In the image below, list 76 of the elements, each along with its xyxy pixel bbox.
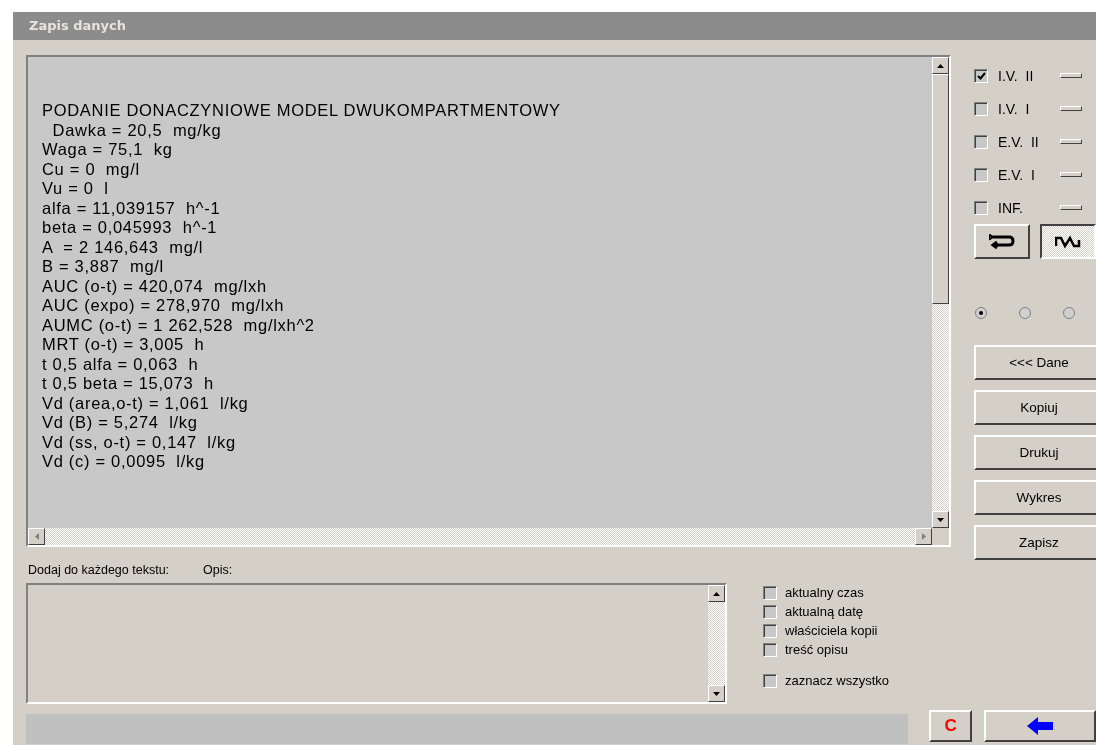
result-line: alfa = 11,039157 h^-1 [42, 198, 221, 217]
result-line: Vd (area,o-t) = 1,061 l/kg [42, 393, 249, 412]
result-line: Vd (ss, o-t) = 0,147 l/kg [42, 432, 236, 451]
description-field[interactable] [26, 583, 727, 704]
result-line: beta = 0,045993 h^-1 [42, 218, 218, 236]
result-line: Vd (B) = 5,274 l/kg [42, 413, 198, 431]
result-line: B = 3,887 mg/l [42, 257, 164, 275]
down-arrow-icon [937, 517, 944, 522]
model-label: INF. [998, 199, 1024, 216]
result-line: Vu = 0 l [42, 179, 109, 197]
down-arrow-icon [713, 691, 720, 696]
action-button[interactable]: Zapisz [974, 525, 1096, 560]
slider-handle[interactable] [1060, 73, 1082, 78]
action-button[interactable]: Drukuj [974, 435, 1096, 470]
model-label: E.V. I [998, 166, 1036, 183]
field-label: Dodaj do każdego tekstu: [28, 563, 170, 577]
result-line: Waga = 75,1 kg [42, 140, 173, 158]
left-arrow-icon [1027, 717, 1054, 735]
checkbox[interactable] [763, 604, 777, 619]
option-label: aktualny czas [785, 585, 864, 600]
slider-handle[interactable] [1060, 205, 1082, 210]
mode-toggle-button[interactable] [1040, 224, 1096, 259]
result-line: t 0,5 alfa = 0,063 h [42, 354, 199, 373]
right-arrow-icon [921, 533, 926, 540]
scrollbar-corner [932, 528, 949, 545]
option-label: właściciela kopii [785, 623, 878, 638]
results-text-area[interactable] [26, 55, 951, 547]
up-arrow-icon [937, 63, 944, 68]
result-line: AUC (o-t) = 420,074 mg/lxh [42, 276, 267, 295]
action-button[interactable]: Kopiuj [974, 390, 1096, 425]
slider-handle[interactable] [1060, 106, 1082, 111]
scroll-thumb[interactable] [932, 74, 949, 304]
scroll-up-button[interactable] [708, 585, 725, 602]
model-label: I.V. II [998, 67, 1035, 84]
scroll-down-button[interactable] [932, 511, 949, 528]
scroll-right-button[interactable] [915, 528, 932, 545]
checkbox[interactable] [974, 134, 988, 149]
result-line: MRT (o-t) = 3,005 h [42, 335, 205, 353]
checkbox[interactable] [974, 101, 988, 116]
slider-handle[interactable] [1060, 172, 1082, 177]
result-line: A = 2 146,643 mg/l [42, 237, 204, 256]
checkbox[interactable] [974, 68, 988, 83]
action-button[interactable]: <<< Dane [974, 345, 1096, 380]
scroll-up-button[interactable] [932, 57, 949, 74]
radio-dot-icon [979, 311, 983, 315]
result-line: PODANIE DONACZYNIOWE MODEL DWUKOMPARTMENTOWY [42, 101, 561, 119]
model-label: E.V. II [998, 133, 1040, 150]
checkbox[interactable] [763, 585, 777, 600]
action-button[interactable]: Wykres [974, 480, 1096, 515]
result-line: Cu = 0 mg/l [42, 159, 140, 178]
scroll-down-button[interactable] [708, 685, 725, 702]
radio-button[interactable] [975, 307, 987, 319]
checkbox[interactable] [763, 642, 777, 657]
checkbox[interactable] [763, 623, 777, 638]
radio-button[interactable] [1019, 307, 1031, 319]
back-button[interactable] [984, 710, 1096, 742]
up-arrow-icon [713, 591, 720, 596]
option-label: zaznacz wszystko [785, 673, 890, 688]
scroll-left-button[interactable] [28, 528, 45, 545]
model-label: I.V. I [998, 100, 1031, 117]
checkbox[interactable] [974, 167, 988, 182]
result-line: Vd (c) = 0,0095 l/kg [42, 452, 205, 470]
slider-handle[interactable] [1060, 139, 1082, 144]
left-arrow-icon [34, 533, 39, 540]
radio-button[interactable] [1063, 307, 1075, 319]
checkbox[interactable] [974, 200, 988, 215]
result-line: t 0,5 beta = 15,073 h [42, 374, 214, 392]
option-label: treść opisu [785, 642, 848, 657]
option-label: aktualną datę [785, 604, 864, 619]
loop-arrows-icon [989, 233, 1015, 250]
field-label: Opis: [203, 563, 233, 577]
window-title: Zapis danych [13, 12, 1096, 40]
checkbox[interactable] [763, 673, 777, 688]
result-line: Dawka = 20,5 mg/kg [51, 120, 222, 139]
result-line: AUMC (o-t) = 1 262,528 mg/lxh^2 [42, 315, 315, 334]
result-line: AUC (expo) = 278,970 mg/lxh [42, 296, 284, 314]
